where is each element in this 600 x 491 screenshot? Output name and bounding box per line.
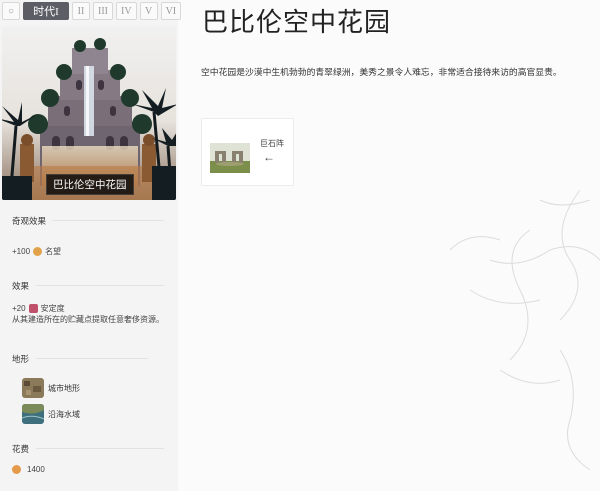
era-tab-6[interactable]: VI — [160, 2, 182, 20]
coastal-terrain-icon — [22, 404, 44, 424]
divider — [36, 448, 164, 449]
background-sketch — [449, 189, 600, 470]
wonder-effect-amount: +100 — [12, 247, 31, 256]
era-tab-1[interactable]: 时代I — [23, 2, 69, 20]
effect-resource: 安定度 — [40, 304, 65, 313]
wonder-sidebar: ○ 时代I II III IV V VI 巴比伦空中花园 奇观效果 +100 名… — [0, 0, 182, 491]
page-title: 巴比伦空中花园 — [202, 8, 392, 38]
effect-amount: +20 — [12, 304, 26, 313]
urban-terrain-icon — [22, 378, 44, 398]
divider — [52, 220, 164, 221]
wonder-effect-title: 奇观效果 — [12, 216, 47, 226]
terrain-item-urban: 城市地形 — [48, 384, 80, 393]
cost-title: 花费 — [12, 444, 30, 454]
cost-amount: 1400 — [27, 465, 45, 474]
effect-detail: 从其建造所在的贮藏点提取任意奢侈资源。 — [12, 315, 164, 324]
wonder-image: 巴比伦空中花园 — [2, 26, 176, 200]
era-tab-3[interactable]: III — [93, 2, 113, 20]
terrain-title: 地形 — [12, 354, 30, 364]
effect-line: +20 安定度 — [12, 303, 65, 314]
urban-terrain-thumbnail — [22, 378, 44, 398]
terrain-item-coastal: 沿海水域 — [48, 410, 80, 419]
production-icon — [12, 465, 21, 474]
related-wonder-name: 巨石阵 — [260, 139, 284, 148]
divider — [36, 285, 164, 286]
stability-icon — [28, 304, 38, 313]
era-tab-2[interactable]: II — [72, 2, 90, 20]
cost-line: 1400 — [12, 465, 45, 474]
era-tabs: ○ 时代I II III IV V VI — [2, 2, 182, 20]
era-tab-all[interactable]: ○ — [2, 2, 20, 20]
wonder-name-label: 巴比伦空中花园 — [46, 174, 134, 195]
coastal-terrain-thumbnail — [22, 404, 44, 424]
stonehenge-icon — [210, 143, 250, 173]
stonehenge-thumbnail — [210, 143, 250, 173]
era-tab-5[interactable]: V — [139, 2, 158, 20]
arrow-left-icon: ← — [263, 150, 275, 164]
wonder-description: 空中花园是沙漠中生机勃勃的青翠绿洲，美秀之景令人难忘，非常适合接待来访的高官显贵… — [201, 67, 562, 77]
era-tab-4[interactable]: IV — [116, 2, 137, 20]
wonder-effect-resource: 名望 — [45, 247, 62, 256]
effect-title: 效果 — [12, 281, 30, 291]
wonder-effect-line: +100 名望 — [12, 246, 61, 257]
related-wonder-card[interactable]: 巨石阵 ← — [201, 118, 294, 186]
divider — [36, 358, 148, 359]
prestige-icon — [33, 247, 43, 256]
